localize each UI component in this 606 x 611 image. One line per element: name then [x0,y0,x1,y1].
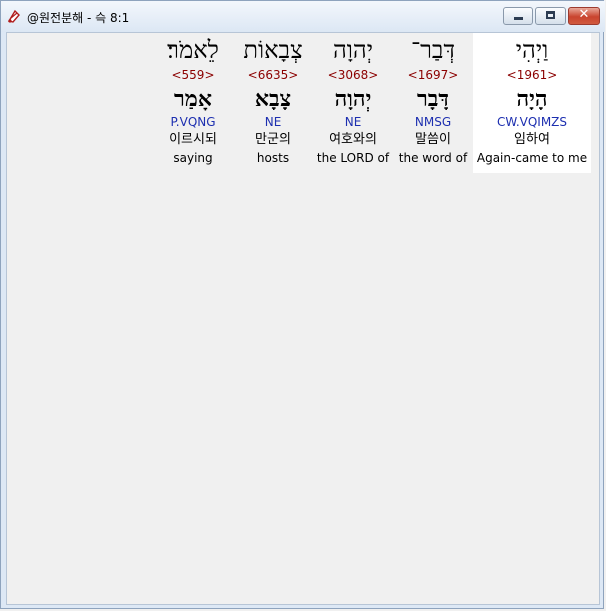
word-column[interactable]: לֵאמֹר׃ <559> אָמַר P.VQNG 이르시되 saying [153,33,233,173]
strong-number: <1697> [407,68,459,82]
maximize-button[interactable] [535,7,566,25]
english-gloss: the LORD of [316,151,390,165]
close-icon: ✕ [578,7,590,22]
strong-number: <6635> [247,68,299,82]
word-column[interactable]: צְבָאוֹת <6635> צָבָא NE 만군의 hosts [233,33,313,173]
morphology-code: NE [264,115,282,129]
hebrew-root: צָבָא [254,86,292,112]
morphology-code: NMSG [414,115,452,129]
word-column[interactable]: וַיְהִי <1961> הָיָה CW.VQIMZS 임하여 Again-came… [473,33,591,173]
maximize-icon [546,11,555,19]
window-title: @원전분해 - 슥 8:1 [27,11,130,25]
hebrew-word: לֵאמֹר׃ [167,36,219,64]
english-gloss: saying [173,151,213,165]
morphology-code: NE [344,115,362,129]
analysis-pane[interactable]: וַיְהִי <1961> הָיָה CW.VQIMZS 임하여 Again-came… [6,32,600,605]
english-gloss: hosts [256,151,290,165]
hebrew-root: דָּבָר [417,86,449,112]
korean-gloss: 만군의 [255,132,291,147]
hebrew-root: אָמַר [174,86,212,112]
hebrew-word: יְהוָה [332,36,374,64]
english-gloss: the word of [398,151,468,165]
close-button[interactable]: ✕ [568,7,600,25]
title-bar[interactable]: @원전분해 - 슥 8:1 ✕ [1,1,605,32]
korean-gloss: 말씀이 [415,132,451,147]
hebrew-root: יְהוָה [334,86,372,112]
strong-number: <3068> [327,68,379,82]
korean-gloss: 임하여 [514,132,550,147]
hebrew-word: דְּבַר־ [410,36,456,64]
word-column[interactable]: יְהוָה <3068> יְהוָה NE 여호와의 the LORD of [313,33,393,173]
word-list: וַיְהִי <1961> הָיָה CW.VQIMZS 임하여 Again-came… [153,33,591,173]
english-gloss: Again-came to me [476,151,588,165]
morphology-code: CW.VQIMZS [496,115,568,129]
app-logo-icon [7,9,20,23]
hebrew-word: צְבָאוֹת [243,36,303,64]
word-column[interactable]: דְּבַר־ <1697> דָּבָר NMSG 말씀이 the word of [393,33,473,173]
morphology-code: P.VQNG [170,115,216,129]
strong-number: <1961> [506,68,558,82]
strong-number: <559> [171,68,215,82]
minimize-icon [514,17,523,20]
minimize-button[interactable] [503,7,533,25]
hebrew-root: הָיָה [516,86,548,112]
korean-gloss: 이르시되 [169,132,217,147]
app-window: @원전분해 - 슥 8:1 ✕ וַיְהִי <1961> הָיָה CW.VQI… [0,0,605,609]
korean-gloss: 여호와의 [329,132,377,147]
hebrew-word: וַיְהִי [515,36,549,64]
